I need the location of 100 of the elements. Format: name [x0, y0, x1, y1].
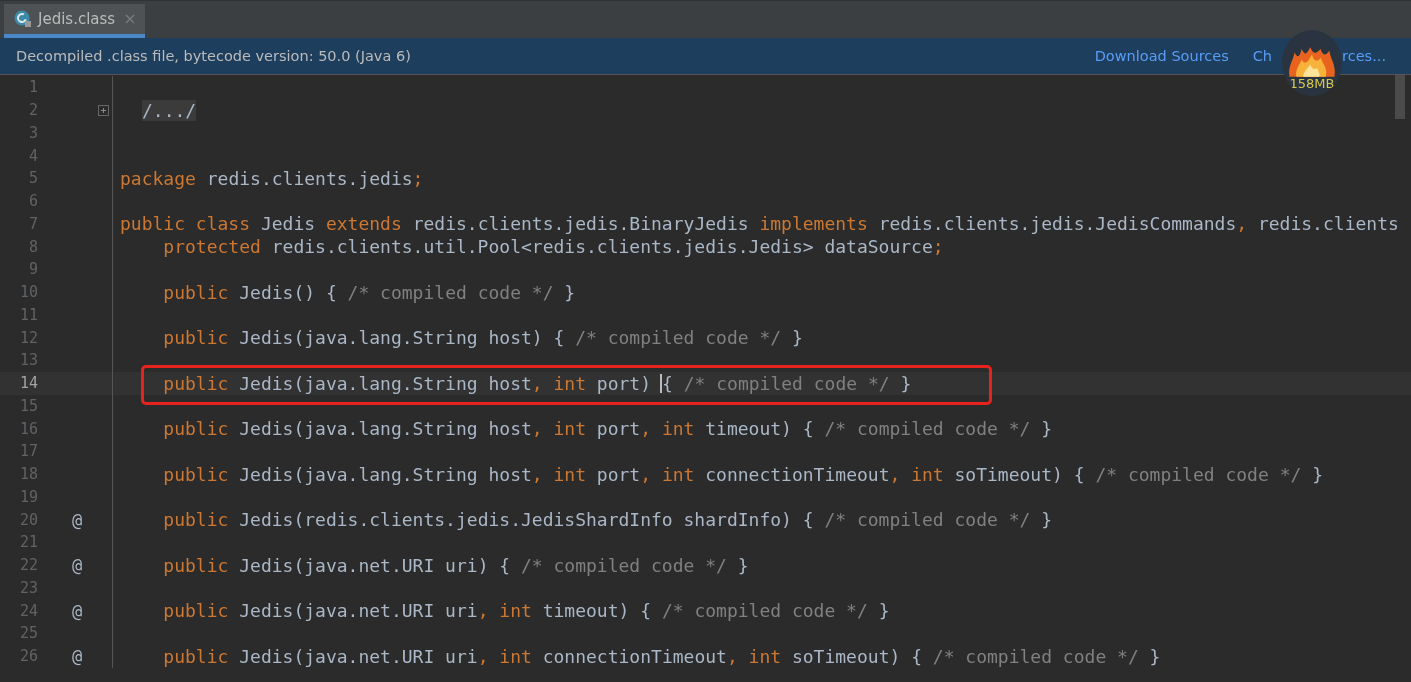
- line-number: 13: [18, 351, 38, 370]
- code-keyword: public: [162, 554, 230, 576]
- code-keyword: , int: [531, 463, 587, 485]
- code-text: connectionTimeout: [705, 463, 890, 485]
- line-number: 7: [27, 214, 38, 233]
- code-text: Jedis(redis.clients.jedis.JedisShardInfo shardInfo) {: [239, 509, 815, 531]
- line-number: 6: [27, 192, 38, 211]
- code-keyword: public: [162, 418, 230, 440]
- code-keyword: , int: [889, 463, 945, 485]
- code-keyword: public: [162, 463, 230, 485]
- code-keyword: public class: [120, 213, 252, 235]
- line-number: 11: [18, 305, 38, 324]
- info-link[interactable]: Download Sources: [1094, 48, 1229, 64]
- code-text: port: [596, 463, 641, 485]
- line-number: 9: [27, 260, 38, 279]
- code-keyword: , int: [726, 645, 783, 667]
- memory-label: 158MB: [1289, 77, 1335, 90]
- expand-icon[interactable]: [98, 104, 109, 116]
- line-number: 24: [18, 601, 38, 620]
- code-keyword: ;: [932, 236, 944, 258]
- code-keyword: public: [162, 645, 230, 667]
- flame-icon: [1286, 47, 1338, 77]
- code-text: }: [1040, 509, 1052, 531]
- code-keyword: package: [120, 167, 197, 189]
- code-text: }: [1148, 645, 1161, 667]
- code-text: soTimeout) {: [791, 645, 923, 667]
- code-text: }: [1311, 463, 1323, 485]
- code-text: Jedis(java.net.URI uri: [239, 645, 478, 667]
- code-text: Jedis(java.net.URI uri: [239, 600, 478, 622]
- info-link[interactable]: rces...: [1342, 48, 1386, 64]
- code-text: Jedis() {: [239, 281, 338, 303]
- annotation-marker: @: [71, 509, 83, 530]
- code-text: redis.clients.jedis.JedisCommands: [878, 213, 1237, 235]
- line-number: 19: [18, 487, 38, 506]
- code-text: Jedis(java.net.URI uri) {: [239, 554, 512, 576]
- code-keyword: public: [162, 327, 230, 349]
- file-tab[interactable]: Jedis.class: [4, 4, 146, 38]
- code-keyword: ,: [1236, 213, 1249, 235]
- code-comment: /* compiled code */: [932, 645, 1139, 667]
- line-number: 10: [18, 283, 38, 302]
- line-number: 23: [18, 578, 38, 597]
- code-text: {: [662, 372, 674, 394]
- code-keyword: public: [162, 372, 230, 394]
- code-comment: /* compiled code */: [824, 418, 1031, 440]
- line-number: 16: [18, 419, 38, 438]
- code-comment: /* compiled code */: [683, 372, 890, 394]
- code-text: Jedis(java.lang.String host) {: [239, 327, 566, 349]
- code-text: Jedis(java.lang.String host: [239, 372, 532, 394]
- text-caret: [660, 373, 663, 393]
- code-keyword: implements: [759, 213, 869, 235]
- line-number: 18: [18, 465, 38, 484]
- code-text: }: [790, 327, 803, 349]
- code-keyword: protected: [162, 236, 262, 258]
- line-number: 21: [18, 533, 38, 552]
- code-comment: /* compiled code */: [347, 281, 554, 303]
- tab-label: Jedis.class: [38, 10, 116, 28]
- code-text: Jedis(java.lang.String host: [239, 418, 532, 440]
- line-number: 5: [27, 169, 38, 188]
- annotation-marker: @: [71, 646, 83, 667]
- line-number: 2: [27, 101, 38, 120]
- info-link[interactable]: Ch: [1252, 48, 1273, 64]
- line-number: 1: [27, 78, 38, 97]
- annotation-marker: @: [71, 555, 83, 576]
- code-keyword: , int: [640, 418, 696, 440]
- code-text: Jedis(java.lang.String host: [239, 463, 532, 485]
- line-number: 8: [27, 237, 38, 256]
- code-text: soTimeout) {: [954, 463, 1086, 485]
- code-text: redis.clients.util.Pool<redis.clients.jedis.Jedis> dataSource: [271, 236, 933, 258]
- code-text: }: [899, 372, 912, 394]
- code-text: }: [1040, 418, 1053, 440]
- line-number: 14: [18, 374, 38, 393]
- line-number: 26: [18, 647, 38, 666]
- annotation-marker: @: [71, 600, 83, 621]
- code-text: redis.clients.jedis: [206, 167, 413, 189]
- code-comment: /* compiled code */: [575, 327, 782, 349]
- code-keyword: , int: [531, 372, 587, 394]
- code-text: }: [736, 554, 749, 576]
- code-text: redis.clients.jedis.BinaryJedis: [412, 213, 750, 235]
- code-text: timeout) {: [705, 418, 815, 440]
- line-number: 25: [18, 624, 38, 643]
- code-keyword: ;: [412, 167, 424, 189]
- line-number: 12: [18, 328, 38, 347]
- code-comment: /* compiled code */: [661, 600, 868, 622]
- scrollbar-thumb[interactable]: [1395, 75, 1405, 119]
- code-text: redis.clients: [1257, 213, 1399, 235]
- code-text: connectionTimeout: [542, 645, 727, 667]
- code-text: }: [877, 600, 890, 622]
- info-message: Decompiled .class file, bytecode version: 50.0 (Java 6): [16, 48, 411, 64]
- code-keyword: extends: [325, 213, 403, 235]
- code-keyword: public: [162, 509, 230, 531]
- code-comment: /* compiled code */: [521, 554, 727, 576]
- code-keyword: , int: [531, 418, 587, 440]
- close-icon[interactable]: [125, 14, 136, 24]
- code-comment: /* compiled code */: [1095, 463, 1302, 485]
- code-keyword: , int: [477, 645, 533, 667]
- code-keyword: public: [162, 281, 230, 303]
- code-text: timeout) {: [542, 600, 653, 622]
- line-number: 22: [18, 556, 38, 575]
- line-number: 15: [18, 396, 38, 415]
- code-text: port): [596, 372, 652, 394]
